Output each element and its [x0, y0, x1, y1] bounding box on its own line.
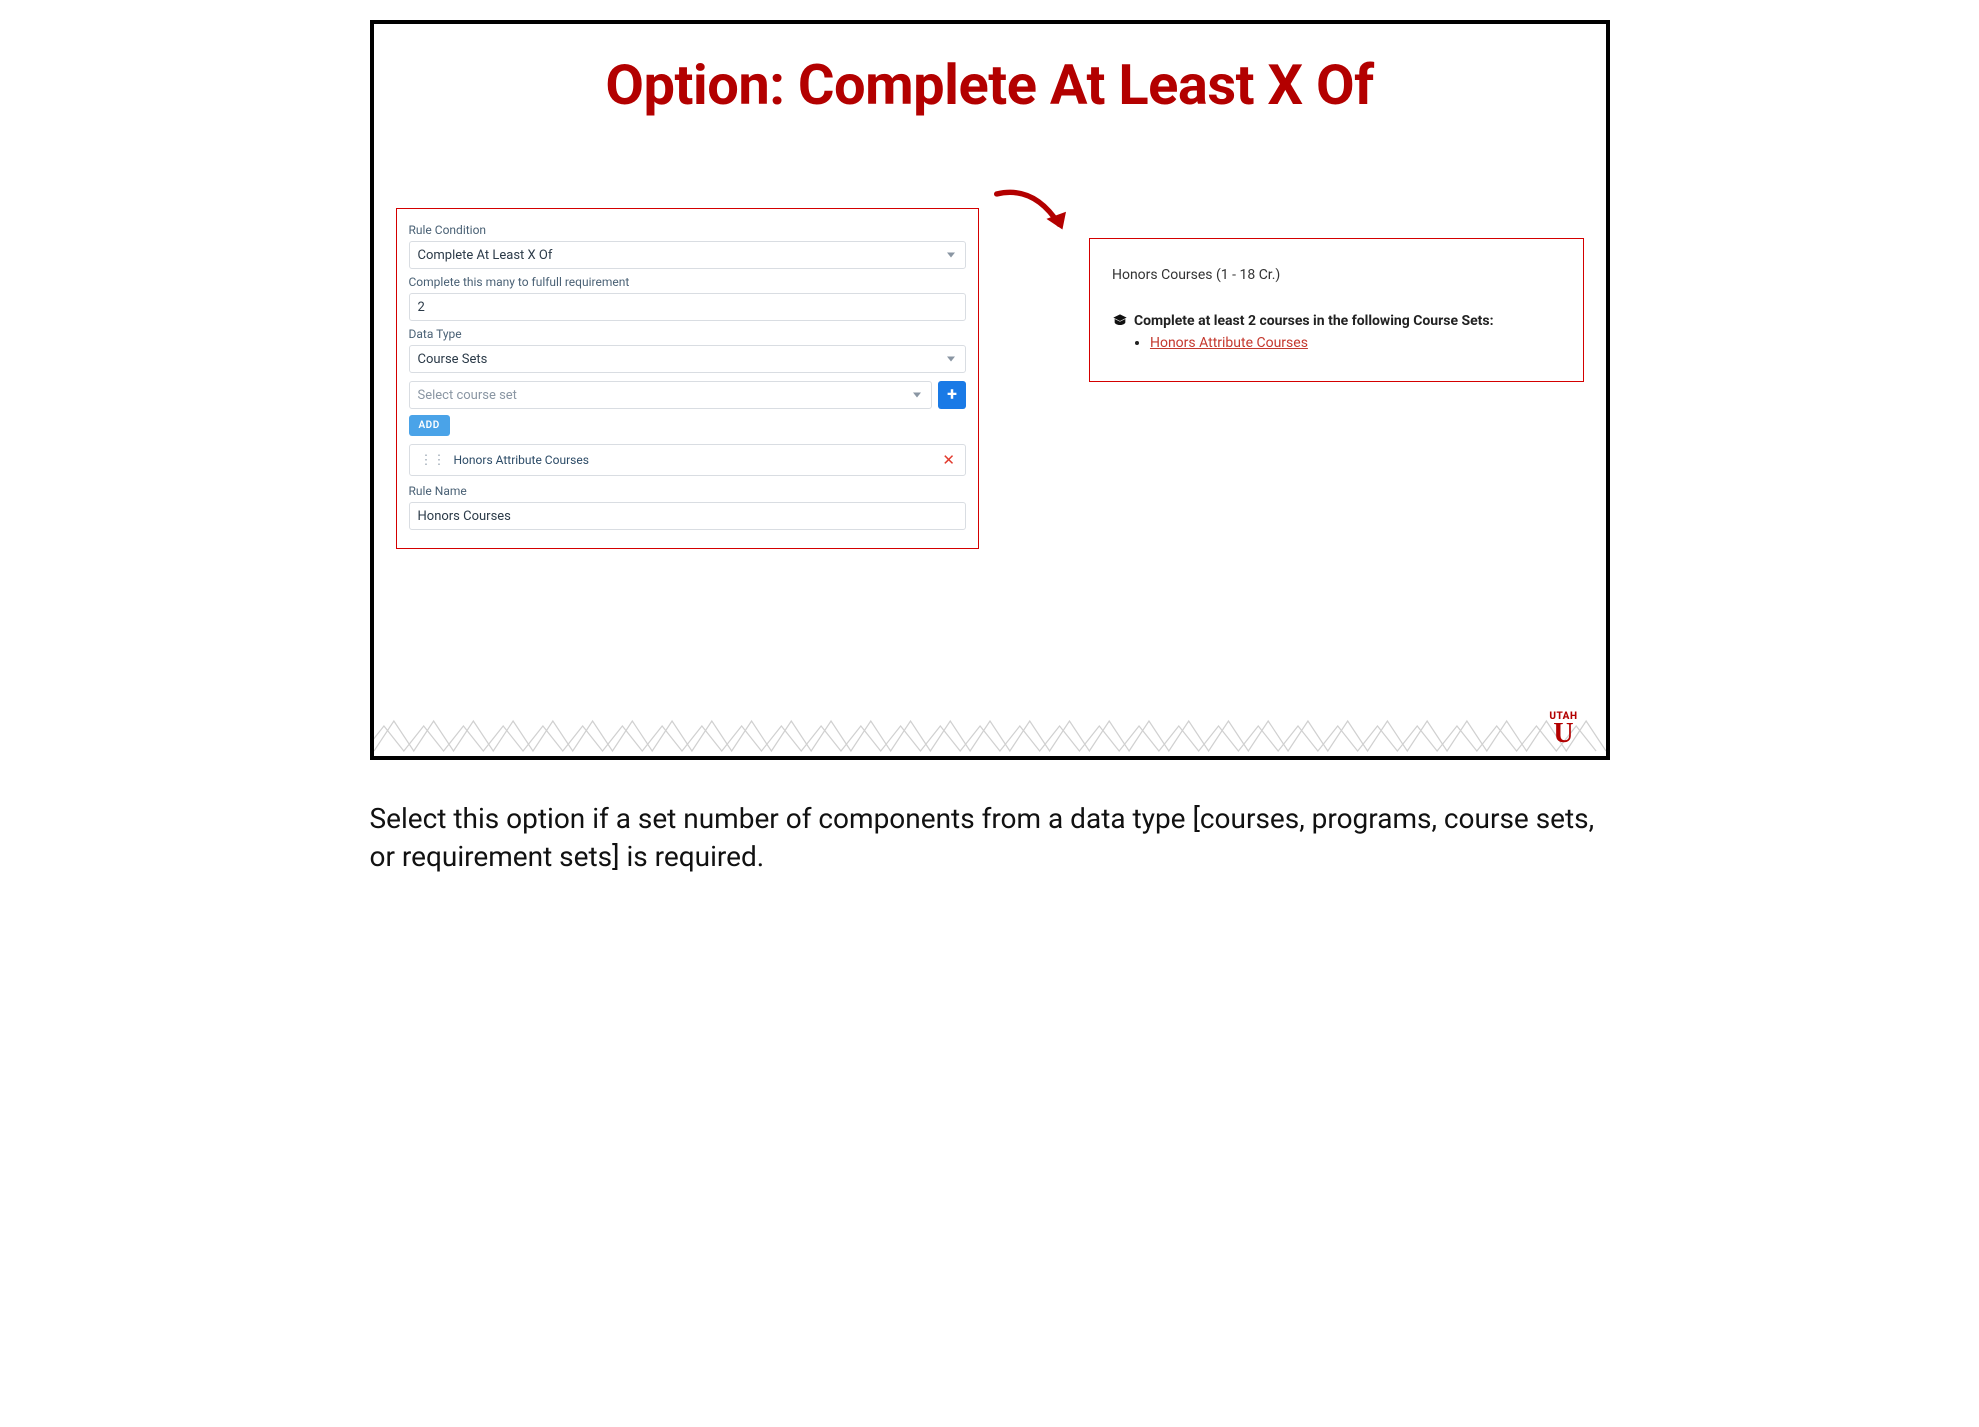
plus-button[interactable]: + — [938, 381, 966, 409]
complete-many-label: Complete this many to fulfull requiremen… — [409, 275, 966, 289]
rule-condition-select[interactable]: Complete At Least X Of — [409, 241, 966, 269]
slide-title: Option: Complete At Least X Of — [374, 52, 1606, 118]
data-type-value: Course Sets — [418, 352, 488, 367]
rule-name-label: Rule Name — [409, 484, 966, 498]
drag-handle-icon[interactable]: ⋮⋮ — [420, 453, 446, 468]
arrow-icon — [989, 178, 1079, 258]
course-set-select[interactable]: Select course set — [409, 381, 932, 409]
mountain-decoration — [374, 701, 1606, 756]
course-set-list-item: ⋮⋮ Honors Attribute Courses ✕ — [409, 444, 966, 476]
rule-condition-label: Rule Condition — [409, 223, 966, 237]
data-type-label: Data Type — [409, 327, 966, 341]
preview-link[interactable]: Honors Attribute Courses — [1150, 335, 1308, 351]
rule-name-input[interactable]: Honors Courses — [409, 502, 966, 530]
remove-item-icon[interactable]: ✕ — [942, 451, 955, 469]
graduation-cap-icon — [1112, 313, 1128, 329]
content-row: Rule Condition Complete At Least X Of Co… — [374, 208, 1606, 549]
course-set-item-text: Honors Attribute Courses — [454, 453, 589, 467]
add-button[interactable]: ADD — [409, 415, 450, 436]
preview-list: Honors Attribute Courses — [1150, 335, 1561, 351]
rule-form-panel: Rule Condition Complete At Least X Of Co… — [396, 208, 979, 549]
complete-many-input[interactable]: 2 — [409, 293, 966, 321]
slide-caption: Select this option if a set number of co… — [370, 800, 1610, 876]
preview-heading: Honors Courses (1 - 18 Cr.) — [1112, 267, 1561, 283]
course-set-placeholder: Select course set — [418, 388, 517, 403]
slide-frame: Option: Complete At Least X Of Rule Cond… — [370, 20, 1610, 760]
utah-logo-u: U — [1549, 721, 1577, 746]
preview-list-item: Honors Attribute Courses — [1150, 335, 1561, 351]
data-type-select[interactable]: Course Sets — [409, 345, 966, 373]
preview-rule-row: Complete at least 2 courses in the follo… — [1112, 313, 1561, 329]
course-set-row: Select course set + — [409, 381, 966, 409]
utah-logo: UTAH U — [1549, 712, 1577, 746]
rule-name-value: Honors Courses — [418, 509, 511, 524]
rule-condition-value: Complete At Least X Of — [418, 248, 553, 263]
preview-rule-text: Complete at least 2 courses in the follo… — [1134, 313, 1494, 329]
preview-panel: Honors Courses (1 - 18 Cr.) Complete at … — [1089, 238, 1584, 382]
complete-many-value: 2 — [418, 300, 425, 315]
